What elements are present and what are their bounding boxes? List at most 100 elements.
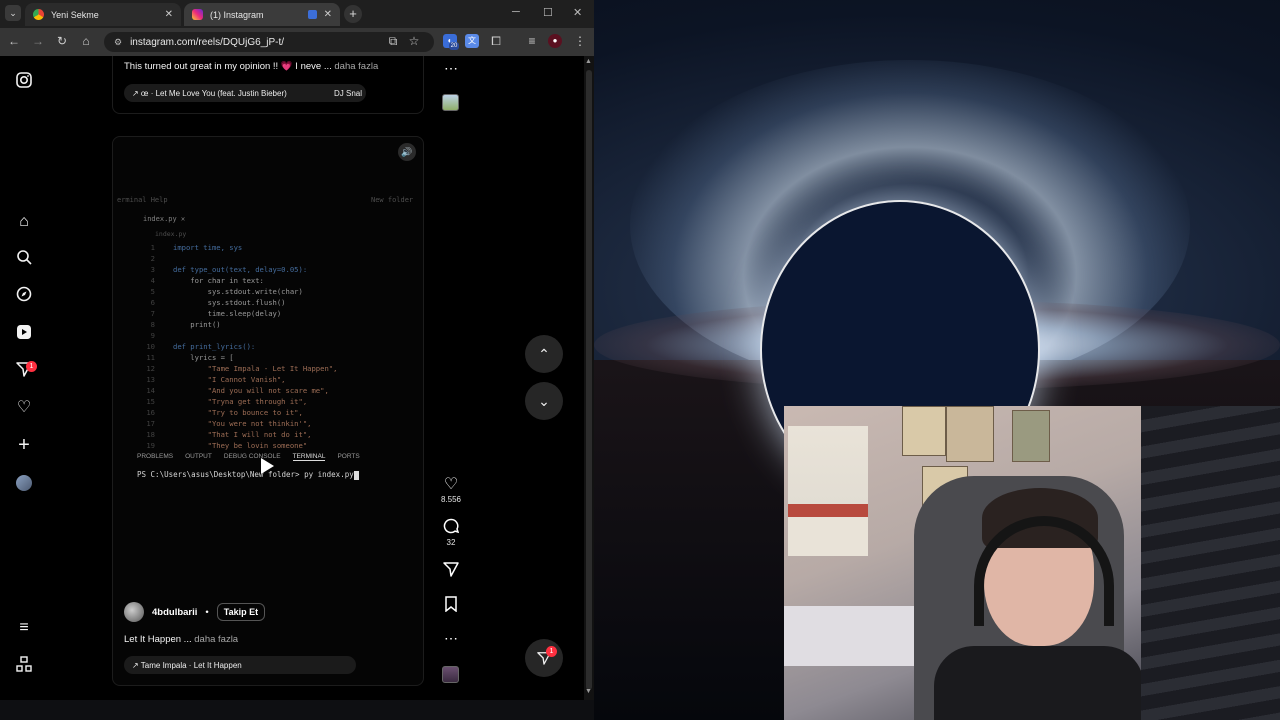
- reel-audio[interactable]: ↗ Tame Impala · Let It Happen: [124, 656, 356, 674]
- messages-fab[interactable]: 1: [525, 639, 563, 677]
- line-number: 12: [146, 364, 155, 373]
- home-nav-icon[interactable]: ⌂: [14, 212, 34, 232]
- close-window-icon[interactable]: ✕: [573, 6, 582, 19]
- close-tab-icon[interactable]: ✕: [324, 9, 332, 20]
- create-plus-icon[interactable]: +: [14, 435, 34, 455]
- terminal-tab: TERMINAL: [292, 453, 326, 461]
- home-icon[interactable]: ⌂: [78, 34, 94, 48]
- browser-toolbar: ← → ↻ ⌂ ⚙ instagram.com/reels/DQUjG6_jP-…: [0, 28, 594, 56]
- extension-badge: 20: [449, 42, 459, 50]
- line-number: 16: [146, 408, 155, 417]
- wall-poster: [1012, 410, 1050, 462]
- threads-apps-icon[interactable]: [14, 656, 34, 676]
- line-number: 11: [146, 353, 155, 362]
- media-controls-icon[interactable]: ≡: [524, 34, 540, 48]
- code-line: 14 "And you will not scare me",: [113, 385, 328, 396]
- reload-icon[interactable]: ↻: [54, 34, 70, 48]
- more-options-icon[interactable]: ⋯: [440, 630, 462, 647]
- line-number: 10: [146, 342, 155, 351]
- instagram-logo-icon[interactable]: [14, 72, 34, 92]
- next-reel-button[interactable]: ⌄: [525, 382, 563, 420]
- previous-reel-button[interactable]: ⌃: [525, 335, 563, 373]
- caption-more-link[interactable]: daha fazla: [194, 634, 238, 645]
- line-number: 17: [146, 419, 155, 428]
- editor-menu: erminal Help: [117, 196, 168, 204]
- reel-author: 4bdulbarii • Takip Et: [124, 602, 266, 622]
- bookmark-star-icon[interactable]: ☆: [406, 34, 422, 48]
- tab-instagram[interactable]: (1) Instagram ✕: [184, 3, 340, 26]
- notifications-heart-icon[interactable]: ♡: [14, 398, 34, 418]
- code-text: "They be lovin someone": [173, 441, 308, 450]
- scroll-up-icon[interactable]: ▲: [585, 58, 592, 65]
- code-text: "You were not thinkin'",: [173, 419, 312, 428]
- site-info-icon[interactable]: ⚙: [114, 37, 122, 48]
- code-line: 13 "I Cannot Vanish",: [113, 374, 285, 385]
- chrome-icon: [33, 9, 44, 20]
- previous-reel-audio[interactable]: ↗ œ · Let Me Love You (feat. Justin Bieb…: [124, 84, 366, 102]
- person-shirt: [934, 646, 1141, 720]
- tab-media-icon: [307, 10, 317, 19]
- back-icon[interactable]: ←: [6, 34, 22, 48]
- forward-icon[interactable]: →: [30, 34, 46, 48]
- code-text: def print_lyrics():: [173, 342, 256, 351]
- browser-menu-icon[interactable]: ⋮: [572, 34, 588, 48]
- code-line: 6 sys.stdout.flush(): [113, 297, 286, 308]
- editor-breadcrumb: index.py: [155, 230, 187, 238]
- install-app-icon[interactable]: ⧉: [385, 34, 401, 49]
- play-icon[interactable]: [261, 458, 274, 474]
- extensions-puzzle-icon[interactable]: ⧠: [488, 34, 504, 49]
- code-line: 19 "They be lovin someone": [113, 440, 307, 451]
- terminal-tab: PROBLEMS: [137, 453, 174, 460]
- like-heart-icon[interactable]: ♡: [440, 474, 462, 494]
- comment-icon[interactable]: [440, 518, 462, 537]
- code-line: 16 "Try to bounce to it",: [113, 407, 302, 418]
- minimize-icon[interactable]: ─: [512, 6, 520, 18]
- scrollbar-thumb[interactable]: [586, 70, 592, 690]
- translate-extension-icon[interactable]: 文: [465, 34, 479, 48]
- tab-new-tab[interactable]: Yeni Sekme ✕: [25, 3, 181, 26]
- more-options-icon[interactable]: ⋯: [440, 60, 462, 77]
- explore-icon[interactable]: [14, 286, 34, 306]
- code-text: import time, sys: [173, 243, 243, 252]
- author-avatar[interactable]: [124, 602, 144, 622]
- volume-icon[interactable]: 🔊: [398, 143, 416, 161]
- wall-flag: [788, 426, 868, 556]
- maximize-icon[interactable]: ☐: [543, 6, 553, 19]
- caption-text: This turned out great in my opinion !! 💗…: [124, 61, 332, 72]
- code-line: 15 "Tryna get through it",: [113, 396, 307, 407]
- audio-track: ↗ œ · Let Me Love You (feat. Justin Bieb…: [132, 88, 287, 98]
- code-line: 18 "That I will not do it",: [113, 429, 311, 440]
- audio-thumbnail[interactable]: [442, 94, 459, 111]
- reel-caption[interactable]: Let It Happen ... daha fazla: [124, 634, 238, 645]
- page-scrollbar[interactable]: ▲ ▼: [584, 56, 594, 700]
- line-number: 2: [150, 254, 155, 263]
- audio-thumbnail[interactable]: [442, 666, 459, 683]
- save-bookmark-icon[interactable]: [440, 596, 462, 615]
- line-number: 1: [150, 243, 155, 252]
- line-number: 6: [150, 298, 155, 307]
- close-tab-icon[interactable]: ✕: [165, 9, 173, 20]
- follow-button[interactable]: Takip Et: [216, 603, 266, 621]
- previous-reel-caption[interactable]: This turned out great in my opinion !! 💗…: [124, 61, 378, 72]
- search-icon[interactable]: [14, 249, 34, 269]
- more-menu-icon[interactable]: ≡: [14, 618, 34, 638]
- audio-artist: DJ Snal: [334, 88, 363, 98]
- separator-dot: •: [205, 606, 209, 618]
- profile-avatar[interactable]: ●: [548, 34, 562, 48]
- window-blinds: [1141, 406, 1280, 720]
- taskbar-strip: [0, 700, 594, 720]
- author-name[interactable]: 4bdulbarii: [152, 607, 197, 618]
- url-text: instagram.com/reels/DQUjG6_jP-t/: [130, 36, 285, 48]
- code-line: 12 "Tame Impala - Let It Happen",: [113, 363, 337, 374]
- line-number: 9: [150, 331, 155, 340]
- scroll-down-icon[interactable]: ▼: [585, 688, 592, 695]
- reels-icon[interactable]: [14, 324, 34, 344]
- wall-poster: [902, 406, 946, 456]
- line-number: 7: [150, 309, 155, 318]
- caption-more-link[interactable]: daha fazla: [334, 61, 378, 72]
- new-tab-button[interactable]: +: [344, 5, 362, 23]
- notification-badge: 1: [26, 361, 37, 372]
- share-icon[interactable]: [440, 561, 462, 580]
- tab-search-icon[interactable]: ⌄: [5, 5, 21, 21]
- profile-avatar-nav[interactable]: [16, 475, 32, 491]
